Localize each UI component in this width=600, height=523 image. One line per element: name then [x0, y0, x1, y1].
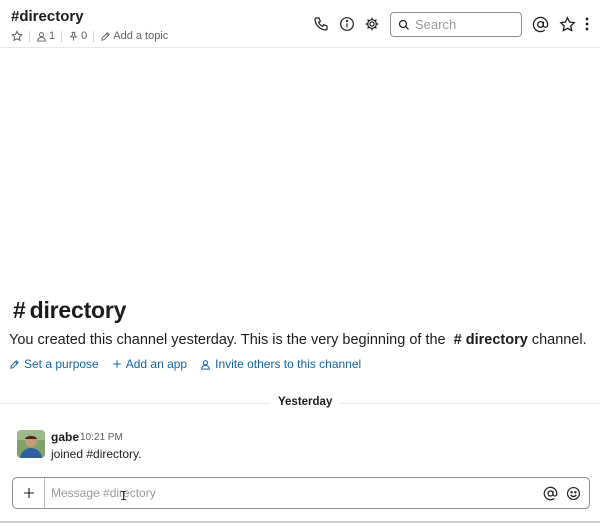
person-icon: [201, 359, 211, 370]
gear-icon: [365, 17, 379, 31]
channel-title[interactable]: #directory: [11, 8, 84, 25]
plus-icon: [23, 488, 34, 498]
add-topic-label: Add a topic: [113, 30, 169, 42]
message-composer: [12, 477, 590, 509]
mentions-button[interactable]: [531, 15, 549, 33]
mention-button[interactable]: [542, 485, 558, 501]
intro-channel-name: directory: [29, 297, 127, 323]
channel-header: #directory 1 0 Add a topic: [0, 0, 600, 48]
intro-channel-title: # directory: [13, 297, 126, 324]
person-icon: [37, 31, 46, 42]
search-box[interactable]: [390, 12, 522, 37]
pinned-count-value: 0: [81, 30, 88, 42]
intro-text-after: channel.: [527, 332, 587, 348]
starred-items-button[interactable]: [558, 15, 576, 33]
intro-text-before: You created this channel yesterday. This…: [9, 332, 446, 348]
add-app-label: Add an app: [125, 357, 188, 371]
avatar[interactable]: [17, 430, 45, 458]
phone-icon: [314, 17, 328, 31]
more-options-button[interactable]: [581, 15, 593, 33]
call-button[interactable]: [312, 15, 330, 33]
set-purpose-label: Set a purpose: [24, 357, 99, 371]
star-icon: [558, 15, 576, 32]
pinned-count[interactable]: 0: [68, 30, 87, 42]
member-count-value: 1: [49, 30, 56, 42]
message-author[interactable]: gabe: [51, 430, 79, 444]
text-cursor-icon: I: [120, 489, 128, 503]
at-icon: [532, 16, 548, 32]
smiley-icon: [566, 486, 580, 500]
invite-others-label: Invite others to this channel: [215, 357, 362, 371]
message-text: joined #directory.: [51, 447, 142, 461]
search-icon: [398, 19, 409, 30]
set-purpose-link[interactable]: Set a purpose: [9, 357, 99, 371]
day-divider-label[interactable]: Yesterday: [270, 396, 341, 408]
star-icon: [11, 30, 23, 42]
emoji-button[interactable]: [565, 485, 581, 501]
pencil-icon: [10, 359, 19, 369]
intro-channel-link[interactable]: # directory: [454, 332, 528, 348]
info-icon: [340, 17, 354, 31]
channel-settings-button[interactable]: [363, 15, 381, 33]
intro-actions: Set a purpose Add an app Invite others t…: [9, 357, 374, 371]
add-topic-button[interactable]: Add a topic: [100, 30, 168, 42]
member-count[interactable]: 1: [36, 30, 55, 42]
channel-details-button[interactable]: [338, 15, 356, 33]
avatar-image: [17, 430, 45, 458]
add-app-link[interactable]: Add an app: [112, 357, 187, 371]
pin-icon: [69, 31, 78, 41]
intro-description: You created this channel yesterday. This…: [9, 332, 587, 348]
at-icon: [543, 486, 557, 500]
attach-button[interactable]: [13, 478, 45, 508]
invite-others-link[interactable]: Invite others to this channel: [200, 357, 361, 371]
channel-meta: 1 0 Add a topic: [11, 29, 168, 43]
plus-icon: [112, 360, 121, 368]
star-channel-button[interactable]: [11, 30, 23, 42]
message-timestamp[interactable]: 10:21 PM: [80, 432, 123, 443]
search-input[interactable]: [415, 17, 515, 32]
intro-hash: #: [13, 297, 26, 323]
vertical-ellipsis-icon: [585, 17, 589, 31]
pencil-icon: [101, 31, 111, 41]
